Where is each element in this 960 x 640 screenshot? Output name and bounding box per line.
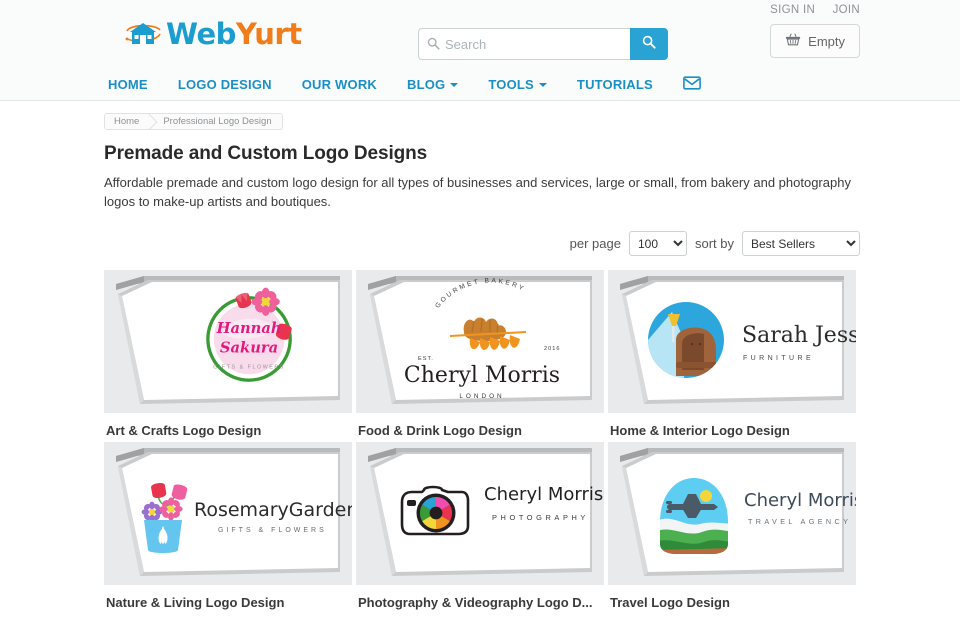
nav-label: BLOG	[407, 76, 446, 92]
page-content: Home Professional Logo Design Premade an…	[0, 101, 960, 610]
logo-tile[interactable]: Cheryl Morris TRAVEL AGENCY Travel Logo …	[608, 442, 856, 610]
breadcrumb-label: Professional Logo Design	[163, 116, 272, 127]
breadcrumb-label: Home	[114, 116, 140, 127]
logo-thumbnail-food-drink[interactable]: GOURMET BAKERY EST. 2016 Cheryl Morris L…	[356, 270, 604, 413]
svg-text:Cheryl Morris: Cheryl Morris	[484, 484, 603, 505]
svg-text:Cheryl Morris: Cheryl Morris	[404, 363, 560, 388]
site-logo[interactable]: WebYurt	[124, 14, 302, 54]
nav-item-tools[interactable]: TOOLS	[473, 68, 562, 101]
basket-icon	[785, 32, 801, 50]
nav-label: TOOLS	[488, 76, 534, 92]
listing-toolbar: per page 100 sort by Best Sellers	[104, 231, 860, 256]
breadcrumb: Home Professional Logo Design	[104, 113, 283, 130]
logo-tile-label[interactable]: Nature & Living Logo Design	[104, 585, 352, 610]
svg-text:RosemaryGarden: RosemaryGarden	[194, 499, 352, 521]
per-page-label: per page	[569, 236, 621, 251]
search-input[interactable]	[418, 28, 630, 60]
logo-thumbnail-home-interior[interactable]: Sarah Jessica FURNITURE	[608, 270, 856, 413]
nav-label: HOME	[108, 76, 148, 92]
nav-label: TUTORIALS	[576, 76, 653, 92]
svg-text:PHOTOGRAPHY: PHOTOGRAPHY	[492, 513, 589, 522]
logo-tile[interactable]: Cheryl Morris PHOTOGRAPHY Photography & …	[356, 442, 604, 610]
page-title: Premade and Custom Logo Designs	[104, 143, 428, 164]
nav-item-contact[interactable]	[668, 68, 716, 101]
svg-text:FURNITURE: FURNITURE	[743, 355, 814, 362]
envelope-icon	[682, 75, 701, 93]
site-header: WebYurt SIGN IN JOIN	[0, 0, 960, 68]
yurt-house-icon	[124, 18, 162, 50]
logo-tile[interactable]: Hannah Sakura GIFTS & FLOWERS Art & Craf…	[104, 270, 352, 438]
logo-tile-label[interactable]: Photography & Videography Logo D...	[356, 585, 604, 610]
breadcrumb-item-current: Professional Logo Design	[149, 114, 282, 129]
cart-label: Empty	[808, 33, 845, 49]
join-link[interactable]: JOIN	[833, 4, 860, 16]
svg-text:LONDON: LONDON	[459, 393, 504, 400]
svg-text:Sarah Jessica: Sarah Jessica	[742, 323, 856, 348]
logo-tile-label[interactable]: Travel Logo Design	[608, 585, 856, 610]
logo-tile[interactable]: RosemaryGarden GIFTS & FLOWERS Nature & …	[104, 442, 352, 610]
svg-text:GIFTS & FLOWERS: GIFTS & FLOWERS	[213, 364, 285, 370]
sort-by-label: sort by	[694, 236, 734, 251]
svg-text:TRAVEL AGENCY: TRAVEL AGENCY	[748, 517, 851, 526]
logo-grid: Hannah Sakura GIFTS & FLOWERS Art & Craf…	[104, 270, 860, 610]
search-icon	[642, 35, 656, 54]
logo-thumbnail-travel[interactable]: Cheryl Morris TRAVEL AGENCY	[608, 442, 856, 585]
per-page-select[interactable]: 100	[628, 231, 687, 256]
search-button[interactable]	[630, 28, 668, 60]
sign-in-link[interactable]: SIGN IN	[770, 4, 815, 16]
logo-tile[interactable]: Sarah Jessica FURNITURE Home & Interior …	[608, 270, 856, 438]
main-navigation: HOME LOGO DESIGN OUR WORK BLOG TOOLS TUT…	[0, 68, 960, 101]
svg-text:GIFTS & FLOWERS: GIFTS & FLOWERS	[218, 527, 327, 534]
breadcrumb-item-home[interactable]: Home	[105, 114, 150, 129]
nav-label: LOGO DESIGN	[177, 76, 272, 92]
logo-tile[interactable]: GOURMET BAKERY EST. 2016 Cheryl Morris L…	[356, 270, 604, 438]
svg-text:Cheryl Morris: Cheryl Morris	[744, 490, 856, 511]
svg-text:Hannah: Hannah	[216, 320, 282, 337]
nav-item-home[interactable]: HOME	[108, 68, 163, 101]
cart-button[interactable]: Empty	[770, 24, 860, 58]
nav-item-logo-design[interactable]: LOGO DESIGN	[163, 68, 287, 101]
header-account-area: SIGN IN JOIN Empty	[756, 4, 860, 58]
svg-text:Sakura: Sakura	[220, 340, 278, 357]
nav-item-blog[interactable]: BLOG	[392, 68, 473, 101]
logo-tile-label[interactable]: Art & Crafts Logo Design	[104, 413, 352, 438]
logo-thumbnail-photography[interactable]: Cheryl Morris PHOTOGRAPHY	[356, 442, 604, 585]
page-description: Affordable premade and custom logo desig…	[104, 175, 851, 209]
nav-item-our-work[interactable]: OUR WORK	[287, 68, 392, 101]
sort-by-select[interactable]: Best Sellers	[742, 231, 860, 256]
chevron-down-icon	[450, 83, 459, 87]
chevron-down-icon	[538, 83, 547, 87]
logo-text-secondary: Yurt	[235, 17, 302, 51]
logo-text-primary: Web	[166, 17, 236, 51]
logo-tile-label[interactable]: Home & Interior Logo Design	[608, 413, 856, 438]
svg-text:EST.: EST.	[418, 356, 434, 362]
logo-thumbnail-nature-living[interactable]: RosemaryGarden GIFTS & FLOWERS	[104, 442, 352, 585]
logo-tile-label[interactable]: Food & Drink Logo Design	[356, 413, 604, 438]
logo-thumbnail-art-crafts[interactable]: Hannah Sakura GIFTS & FLOWERS	[104, 270, 352, 413]
nav-item-tutorials[interactable]: TUTORIALS	[562, 68, 668, 101]
svg-text:2016: 2016	[544, 346, 560, 352]
search-bar[interactable]	[418, 28, 668, 60]
nav-label: OUR WORK	[301, 76, 378, 92]
